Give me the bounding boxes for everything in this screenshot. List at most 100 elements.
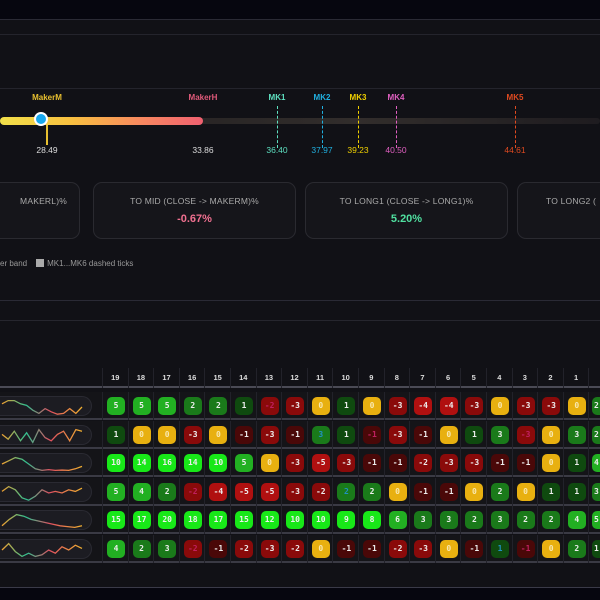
- score-chip[interactable]: 0: [311, 539, 330, 558]
- score-chip[interactable]: -1: [516, 454, 535, 472]
- score-chip[interactable]: 1: [465, 425, 484, 444]
- column-header[interactable]: 17: [153, 368, 179, 388]
- score-chip[interactable]: 4: [132, 482, 151, 501]
- score-chip[interactable]: -3: [516, 397, 535, 415]
- score-chip[interactable]: 0: [260, 454, 279, 472]
- score-chip[interactable]: 14: [183, 454, 202, 472]
- score-chip[interactable]: 1: [337, 425, 356, 444]
- score-chip[interactable]: 1: [235, 397, 253, 415]
- score-chip[interactable]: 2: [542, 511, 561, 529]
- score-chip[interactable]: 3: [311, 425, 330, 444]
- score-chip[interactable]: 5: [592, 511, 600, 529]
- table-row[interactable]: 15 17 20 18 17 15 12 10 10 9 8 6 3 3 2 3 2 2 4 5: [0, 506, 600, 534]
- score-chip[interactable]: 0: [209, 425, 228, 444]
- score-chip[interactable]: -5: [235, 482, 253, 501]
- score-chip[interactable]: -1: [516, 539, 535, 558]
- score-chip[interactable]: -3: [516, 425, 535, 444]
- score-chip[interactable]: -2: [286, 539, 305, 558]
- score-chip[interactable]: -1: [491, 454, 509, 472]
- score-chip[interactable]: -1: [363, 454, 381, 472]
- score-chip[interactable]: -4: [439, 397, 458, 415]
- score-chip[interactable]: 0: [542, 425, 561, 444]
- column-header[interactable]: 11: [306, 368, 333, 388]
- score-chip[interactable]: 2: [132, 539, 151, 558]
- score-chip[interactable]: 2: [183, 397, 202, 415]
- score-chip[interactable]: -2: [183, 482, 202, 501]
- column-header[interactable]: 18: [127, 368, 154, 388]
- column-header[interactable]: 15: [204, 368, 230, 388]
- score-chip[interactable]: -3: [286, 482, 305, 501]
- table-row[interactable]: 10 14 16 14 10 5 0 -3 -5 -3 -1 -1 -2 -3 -3 -1 -1 0 1 4: [0, 449, 600, 477]
- score-chip[interactable]: 10: [286, 511, 305, 529]
- column-header[interactable]: 16: [178, 368, 205, 388]
- score-chip[interactable]: 0: [567, 397, 586, 415]
- score-chip[interactable]: 9: [337, 511, 356, 529]
- score-chip[interactable]: 5: [132, 397, 151, 415]
- score-chip[interactable]: 2: [158, 482, 177, 501]
- score-chip[interactable]: -5: [311, 454, 330, 472]
- column-header[interactable]: 8: [383, 368, 410, 388]
- column-header[interactable]: 6: [434, 368, 461, 388]
- score-chip[interactable]: 0: [439, 425, 458, 444]
- score-chip[interactable]: -3: [286, 397, 305, 415]
- column-header[interactable]: 7: [409, 368, 435, 388]
- column-header[interactable]: 3: [511, 368, 538, 388]
- score-chip[interactable]: -1: [414, 482, 433, 501]
- column-header[interactable]: 2: [537, 368, 563, 388]
- score-chip[interactable]: 1: [337, 397, 356, 415]
- score-chip[interactable]: 16: [158, 454, 177, 472]
- score-chip[interactable]: -3: [286, 454, 305, 472]
- score-chip[interactable]: 4: [592, 454, 600, 472]
- score-chip[interactable]: 5: [107, 482, 125, 501]
- table-row[interactable]: 1 0 0 -3 0 -1 -3 -1 3 1 -1 -3 -1 0 1 3 -3 0 3 2: [0, 420, 600, 449]
- score-chip[interactable]: -1: [439, 482, 458, 501]
- score-chip[interactable]: 3: [414, 511, 433, 529]
- score-chip[interactable]: 6: [388, 511, 407, 529]
- score-chip[interactable]: 15: [235, 511, 253, 529]
- column-header[interactable]: 1: [562, 368, 589, 388]
- score-chip[interactable]: -3: [260, 425, 279, 444]
- score-chip[interactable]: 1: [107, 425, 125, 444]
- score-chip[interactable]: 18: [183, 511, 202, 529]
- score-chip[interactable]: -3: [542, 397, 561, 415]
- score-chip[interactable]: 2: [592, 425, 600, 444]
- score-chip[interactable]: 4: [107, 539, 125, 558]
- score-chip[interactable]: 0: [465, 482, 484, 501]
- score-chip[interactable]: -3: [260, 539, 279, 558]
- column-header[interactable]: [588, 368, 600, 388]
- score-chip[interactable]: 2: [209, 397, 228, 415]
- column-header[interactable]: 10: [332, 368, 358, 388]
- score-chip[interactable]: -5: [260, 482, 279, 501]
- table-row[interactable]: 5 5 5 2 2 1 -2 -3 0 1 0 -3 -4 -4 -3 0 -3 -3 0 2: [0, 392, 600, 420]
- score-chip[interactable]: -2: [388, 539, 407, 558]
- score-chip[interactable]: -2: [311, 482, 330, 501]
- score-chip[interactable]: -1: [209, 539, 228, 558]
- column-header[interactable]: 19: [102, 368, 128, 388]
- score-chip[interactable]: 1: [491, 539, 509, 558]
- score-chip[interactable]: -3: [439, 454, 458, 472]
- score-chip[interactable]: -2: [235, 539, 253, 558]
- score-chip[interactable]: 0: [363, 397, 381, 415]
- score-chip[interactable]: -1: [414, 425, 433, 444]
- column-header[interactable]: 9: [358, 368, 384, 388]
- score-chip[interactable]: 17: [209, 511, 228, 529]
- score-chip[interactable]: 5: [235, 454, 253, 472]
- score-chip[interactable]: 10: [209, 454, 228, 472]
- score-chip[interactable]: -3: [465, 397, 484, 415]
- score-chip[interactable]: -3: [337, 454, 356, 472]
- score-chip[interactable]: 3: [592, 482, 600, 501]
- score-chip[interactable]: 10: [107, 454, 125, 472]
- score-chip[interactable]: 0: [132, 425, 151, 444]
- score-chip[interactable]: 15: [107, 511, 125, 529]
- column-header[interactable]: 5: [460, 368, 486, 388]
- score-chip[interactable]: 4: [567, 511, 586, 529]
- score-chip[interactable]: 3: [567, 425, 586, 444]
- score-chip[interactable]: 12: [260, 511, 279, 529]
- score-chip[interactable]: 14: [132, 454, 151, 472]
- score-chip[interactable]: 2: [516, 511, 535, 529]
- score-chip[interactable]: -2: [183, 539, 202, 558]
- score-chip[interactable]: 2: [567, 539, 586, 558]
- score-chip[interactable]: -1: [286, 425, 305, 444]
- score-chip[interactable]: -1: [465, 539, 484, 558]
- score-chip[interactable]: -1: [235, 425, 253, 444]
